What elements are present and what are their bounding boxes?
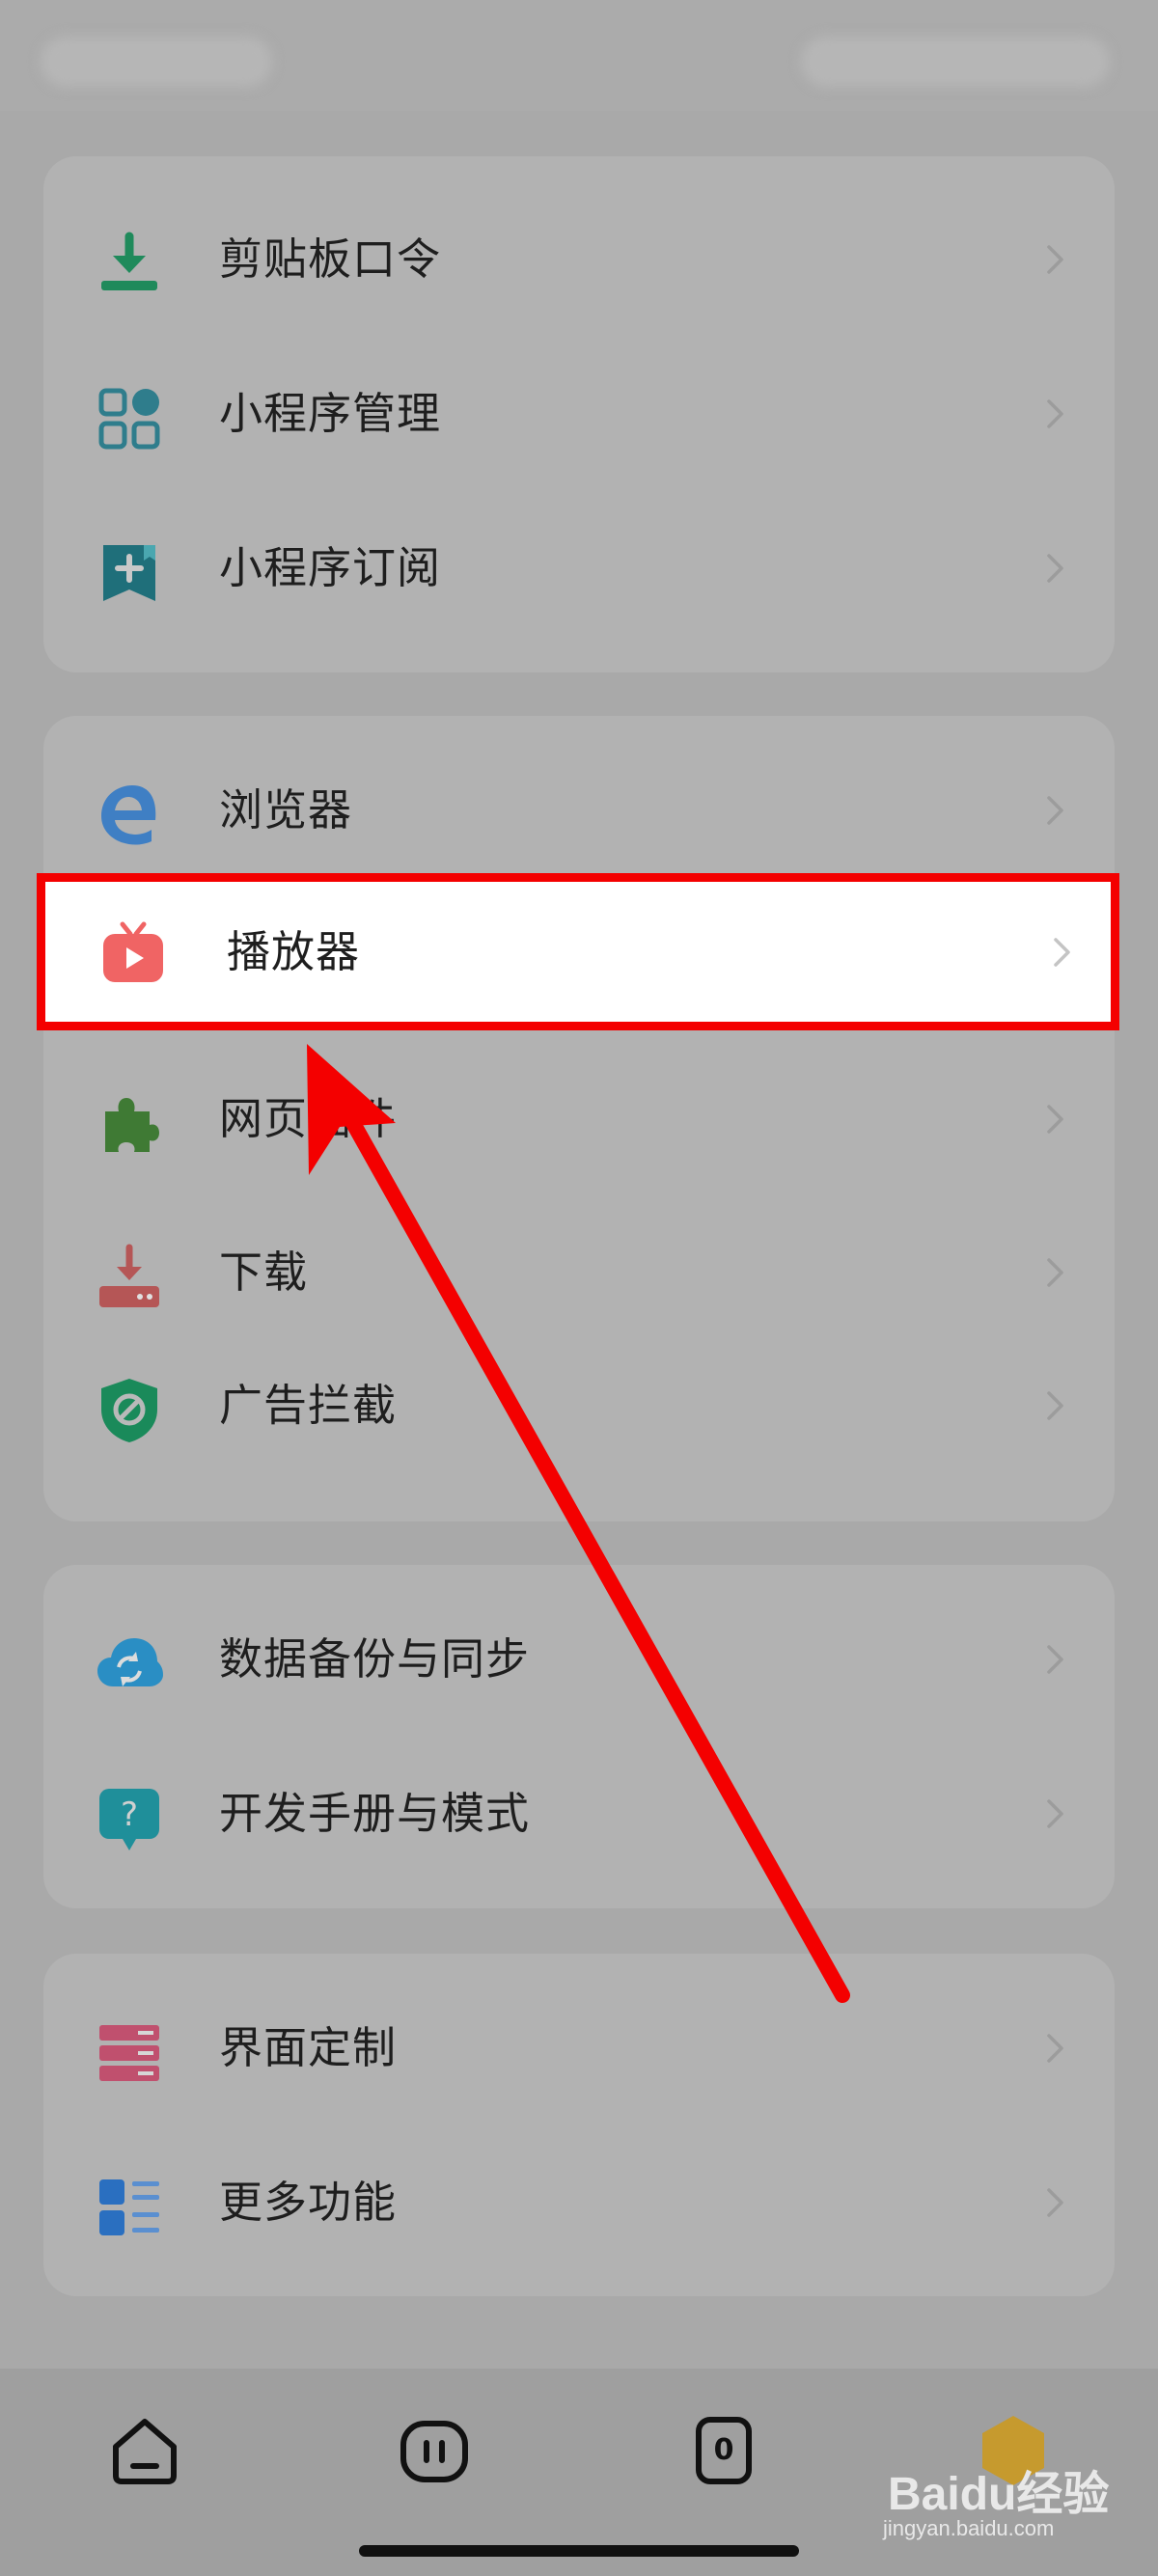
bookmark-plus-icon — [96, 539, 163, 607]
menu-item-label: 开发手册与模式 — [219, 1788, 531, 1839]
menu-item-ad-block[interactable]: 广告拦截 — [43, 1333, 1115, 1478]
shield-block-icon — [96, 1377, 163, 1444]
home-tab[interactable] — [106, 2412, 183, 2489]
menu-item-miniprogram-manage[interactable]: 小程序管理 — [43, 342, 1115, 486]
menu-item-web-plugin[interactable]: 网页插件 — [43, 1047, 1115, 1192]
blurred-title — [41, 37, 272, 87]
tv-play-icon — [99, 920, 167, 988]
edge-browser-icon — [96, 781, 163, 849]
menu-item-browser[interactable]: 浏览器 — [43, 738, 1115, 883]
blurred-action — [801, 37, 1110, 87]
settings-group-3: 数据备份与同步 ? 开发手册与模式 — [43, 1565, 1115, 1908]
menu-item-label: 网页插件 — [219, 1093, 398, 1144]
chevron-right-icon — [1037, 1388, 1072, 1423]
menu-item-ui-customize[interactable]: 界面定制 — [43, 1976, 1115, 2121]
menu-item-clipboard-token[interactable]: 剪贴板口令 — [43, 187, 1115, 332]
settings-group-2: 浏览器 网页插件 下载 广告拦截 — [43, 716, 1115, 1521]
menu-item-label: 剪贴板口令 — [219, 233, 442, 285]
help-bubble-icon: ? — [96, 1785, 163, 1852]
puzzle-icon — [96, 1090, 163, 1158]
menu-item-backup-sync[interactable]: 数据备份与同步 — [43, 1587, 1115, 1732]
chevron-right-icon — [1037, 1796, 1072, 1831]
more-list-icon — [96, 2174, 163, 2241]
watermark-text: Baidu经验 — [888, 2469, 1110, 2520]
top-status-bar — [0, 0, 1158, 111]
chevron-right-icon — [1037, 397, 1072, 431]
chevron-right-icon — [1037, 1642, 1072, 1677]
menu-item-label: 界面定制 — [219, 2022, 398, 2073]
chevron-right-icon — [1037, 2185, 1072, 2220]
chevron-right-icon — [1044, 935, 1079, 970]
menu-item-label: 数据备份与同步 — [219, 1633, 531, 1685]
svg-text:?: ? — [121, 1795, 138, 1834]
settings-group-1: 剪贴板口令 小程序管理 小程序订阅 — [43, 156, 1115, 672]
tabs-counter[interactable]: 0 — [685, 2412, 762, 2489]
settings-group-4: 界面定制 更多功能 — [43, 1954, 1115, 2296]
grid-apps-icon — [96, 385, 163, 452]
cloud-sync-icon — [96, 1631, 163, 1698]
chevron-right-icon — [1037, 793, 1072, 828]
menu-item-player-highlighted[interactable]: 播放器 — [37, 873, 1119, 1030]
chevron-right-icon — [1037, 242, 1072, 277]
menu-item-label: 小程序订阅 — [219, 542, 442, 593]
chevron-right-icon — [1037, 1255, 1072, 1290]
home-indicator[interactable] — [359, 2545, 799, 2557]
watermark-subtext: jingyan.baidu.com — [883, 2516, 1055, 2540]
layout-list-icon — [96, 2019, 163, 2087]
download-tray-icon — [96, 231, 163, 298]
tabs-count: 0 — [713, 2433, 734, 2467]
menu-item-label: 更多功能 — [219, 2177, 398, 2228]
menu-item-dev-manual[interactable]: ? 开发手册与模式 — [43, 1741, 1115, 1886]
menu-item-download[interactable]: 下载 — [43, 1200, 1115, 1345]
pause-tab[interactable] — [396, 2412, 473, 2489]
chevron-right-icon — [1037, 2031, 1072, 2066]
menu-item-label: 浏览器 — [219, 784, 353, 836]
home-icon — [106, 2412, 183, 2489]
chevron-right-icon — [1037, 1102, 1072, 1137]
chevron-right-icon — [1037, 551, 1072, 586]
menu-item-label: 小程序管理 — [219, 388, 442, 439]
menu-item-label: 下载 — [219, 1247, 309, 1298]
menu-item-miniprogram-subscribe[interactable]: 小程序订阅 — [43, 496, 1115, 641]
pause-bubble-icon — [396, 2412, 473, 2489]
menu-item-more-features[interactable]: 更多功能 — [43, 2130, 1115, 2275]
menu-item-label: 广告拦截 — [219, 1380, 398, 1431]
download-drive-icon — [96, 1244, 163, 1311]
menu-item-label: 播放器 — [227, 926, 361, 977]
